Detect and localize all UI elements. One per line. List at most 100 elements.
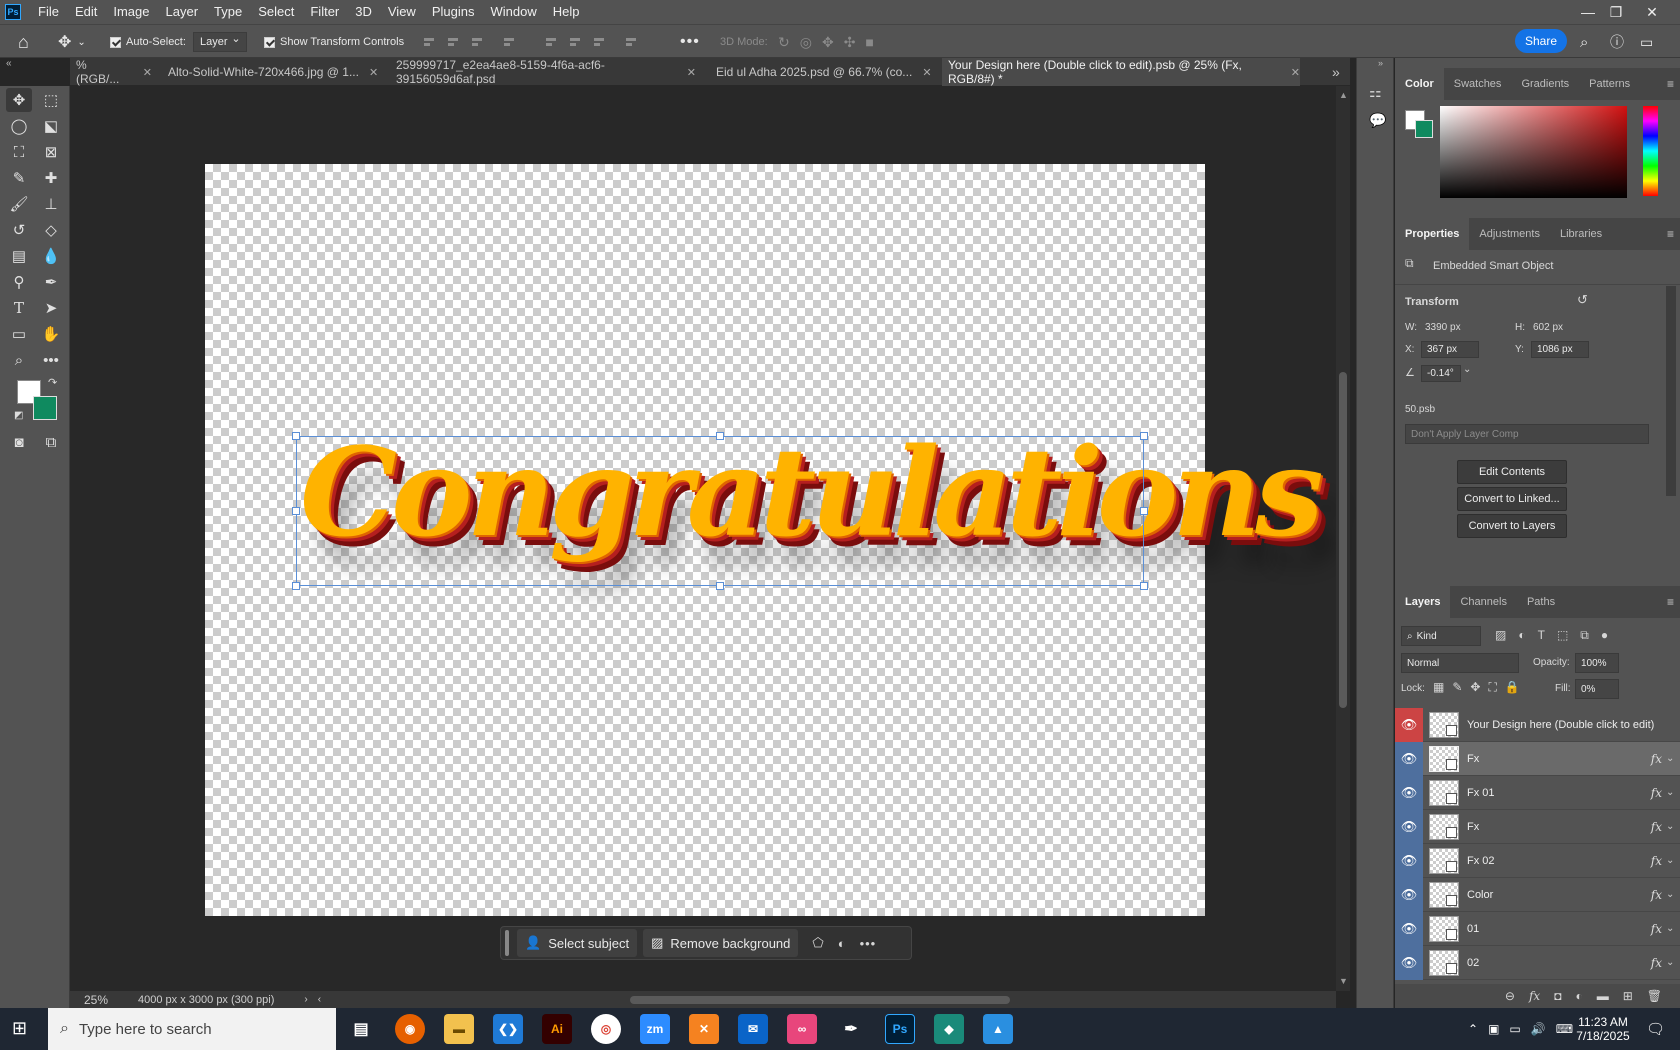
lock-transparent-icon[interactable]: ▦ — [1433, 680, 1444, 695]
transform-handle[interactable] — [1140, 582, 1148, 590]
distribute-icon[interactable] — [502, 35, 516, 49]
screen-mode-icon[interactable]: ⧉ — [38, 430, 64, 454]
network-icon[interactable]: ▭ — [1509, 1022, 1520, 1036]
close-tab-icon[interactable]: ✕ — [369, 66, 378, 79]
expand-effects-icon[interactable]: ⌄ — [1666, 889, 1680, 900]
show-transform-check-icon[interactable] — [264, 36, 275, 48]
menu-layer[interactable]: Layer — [158, 0, 207, 24]
slide-3d-icon[interactable]: ✣ — [844, 34, 856, 51]
transform-handle[interactable] — [292, 507, 300, 515]
roll-icon[interactable]: ◎ — [800, 34, 812, 51]
hand-tool-icon[interactable]: ✋ — [38, 322, 64, 346]
auto-select-dropdown[interactable]: Layer — [193, 32, 247, 52]
clock[interactable]: 11:23 AM 7/18/2025 — [1568, 1008, 1638, 1050]
visibility-eye-icon[interactable]: 👁 — [1395, 843, 1423, 878]
show-transform-checkbox[interactable]: Show Transform Controls — [264, 25, 404, 59]
crop-tool-icon[interactable]: ⛶ — [6, 140, 32, 164]
layer-filter-kind[interactable]: ⌕ Kind — [1401, 626, 1481, 646]
layer-row[interactable]: 👁 02 fx ⌄ — [1395, 945, 1680, 980]
new-adjustment-icon[interactable]: ◐ — [1575, 989, 1582, 1003]
align-top-icon[interactable] — [544, 35, 558, 49]
eraser-tool-icon[interactable]: ◇ — [38, 218, 64, 242]
photos-app-icon[interactable]: ▲ — [983, 1014, 1013, 1044]
lasso-tool-icon[interactable]: ◯ — [6, 114, 32, 138]
menu-view[interactable]: View — [380, 0, 424, 24]
swap-colors-icon[interactable]: ↷ — [48, 376, 57, 389]
pan-3d-icon[interactable]: ✥ — [822, 34, 834, 51]
zoom-level[interactable]: 25% — [84, 993, 108, 1007]
expand-effects-icon[interactable]: ⌄ — [1666, 957, 1680, 968]
close-tab-icon[interactable]: ✕ — [1291, 66, 1300, 79]
fx-icon[interactable]: fx — [1651, 752, 1662, 766]
volume-icon[interactable]: 🔊 — [1531, 1022, 1546, 1036]
delete-layer-icon[interactable]: 🗑 — [1647, 989, 1662, 1003]
fx-icon[interactable]: fx — [1651, 786, 1662, 800]
pen-tool-icon[interactable]: ✒ — [38, 270, 64, 294]
tray-chevron-icon[interactable]: ⌃ — [1468, 1022, 1478, 1036]
type-tool-icon[interactable]: T — [6, 296, 32, 320]
layer-row[interactable]: 👁 Fx 01 fx ⌄ — [1395, 775, 1680, 810]
select-subject-button[interactable]: 👤 Select subject — [517, 929, 638, 957]
adjustment-icon[interactable]: ◐ — [838, 936, 846, 951]
close-tab-icon[interactable]: ✕ — [922, 66, 931, 79]
add-style-icon[interactable]: fx — [1529, 989, 1540, 1003]
visibility-eye-icon[interactable]: 👁 — [1395, 911, 1423, 946]
color-background-swatch[interactable] — [1415, 120, 1433, 138]
angle-input[interactable]: -0.14° — [1421, 365, 1461, 382]
tab-swatches[interactable]: Swatches — [1444, 68, 1512, 100]
convert-to-linked-button[interactable]: Convert to Linked... — [1457, 487, 1567, 511]
lock-image-icon[interactable]: ✎ — [1452, 680, 1462, 695]
tray-app-icon[interactable]: ▣ — [1488, 1022, 1499, 1036]
w-value[interactable]: 3390 px — [1425, 322, 1461, 333]
vertical-scroll-thumb[interactable] — [1339, 372, 1347, 708]
angle-dropdown-icon[interactable]: ⌄ — [1463, 364, 1471, 375]
gradient-tool-icon[interactable]: ▤ — [6, 244, 32, 268]
visibility-eye-icon[interactable]: 👁 — [1395, 877, 1423, 912]
y-input[interactable]: 1086 px — [1531, 341, 1589, 358]
lock-all-icon[interactable]: 🔒 — [1505, 680, 1520, 695]
layer-row[interactable]: 👁 Fx fx ⌄ — [1395, 809, 1680, 844]
photoshop-taskbar-icon[interactable]: Ps — [885, 1014, 915, 1044]
lock-position-icon[interactable]: ✥ — [1470, 680, 1480, 695]
restore-icon[interactable]: ❐ — [1596, 0, 1636, 24]
menu-image[interactable]: Image — [105, 0, 157, 24]
hue-slider[interactable] — [1643, 106, 1658, 196]
edit-contents-button[interactable]: Edit Contents — [1457, 460, 1567, 484]
menu-filter[interactable]: Filter — [302, 0, 347, 24]
history-panel-icon[interactable]: ⚏ — [1369, 84, 1382, 101]
x-input[interactable]: 367 px — [1421, 341, 1479, 358]
firefox-icon[interactable]: ◉ — [395, 1014, 425, 1044]
task-view-icon[interactable]: ▤ — [346, 1014, 376, 1044]
notifications-icon[interactable]: 🗨 — [1646, 1008, 1665, 1050]
filter-shape-icon[interactable]: ⬚ — [1557, 628, 1568, 643]
blur-tool-icon[interactable]: 💧 — [38, 244, 64, 268]
search-icon[interactable]: ⌕ — [1580, 25, 1588, 59]
lock-artboard-icon[interactable]: ⛶ — [1488, 680, 1496, 695]
taskbar-search-box[interactable]: ⌕ Type here to search — [48, 1008, 336, 1050]
transform-handle[interactable] — [716, 582, 724, 590]
layer-row[interactable]: 👁 Fx 02 fx ⌄ — [1395, 843, 1680, 878]
tab-gradients[interactable]: Gradients — [1511, 68, 1579, 100]
status-menu-icon[interactable]: › — [304, 994, 307, 1005]
rectangle-tool-icon[interactable]: ▭ — [6, 322, 32, 346]
filter-smart-object-icon[interactable]: ⧉ — [1580, 628, 1589, 643]
tabs-overflow-icon[interactable]: » — [1326, 58, 1340, 86]
healing-brush-tool-icon[interactable]: ✚ — [38, 166, 64, 190]
workspace-icon[interactable]: ▭ — [1640, 25, 1653, 59]
tab-paths[interactable]: Paths — [1517, 586, 1565, 618]
menu-select[interactable]: Select — [250, 0, 302, 24]
visibility-eye-icon[interactable]: 👁 — [1395, 741, 1423, 776]
more-icon[interactable]: ••• — [860, 936, 877, 951]
clone-stamp-tool-icon[interactable]: ⊥ — [38, 192, 64, 216]
eyedropper-tool-icon[interactable]: ✎ — [6, 166, 32, 190]
collapse-toolbox-icon[interactable]: « — [6, 58, 12, 69]
filter-adjustment-icon[interactable]: ◐ — [1518, 628, 1525, 643]
pen-app-icon[interactable]: ✒ — [836, 1014, 866, 1044]
fx-icon[interactable]: fx — [1651, 922, 1662, 936]
xampp-icon[interactable]: ✕ — [689, 1014, 719, 1044]
transform-icon[interactable]: ⬠ — [812, 935, 823, 951]
close-tab-icon[interactable]: ✕ — [143, 66, 152, 79]
menu-help[interactable]: Help — [545, 0, 588, 24]
tab-color[interactable]: Color — [1395, 68, 1444, 100]
layer-row-selected[interactable]: 👁 Fx fx ⌄ — [1395, 741, 1680, 776]
